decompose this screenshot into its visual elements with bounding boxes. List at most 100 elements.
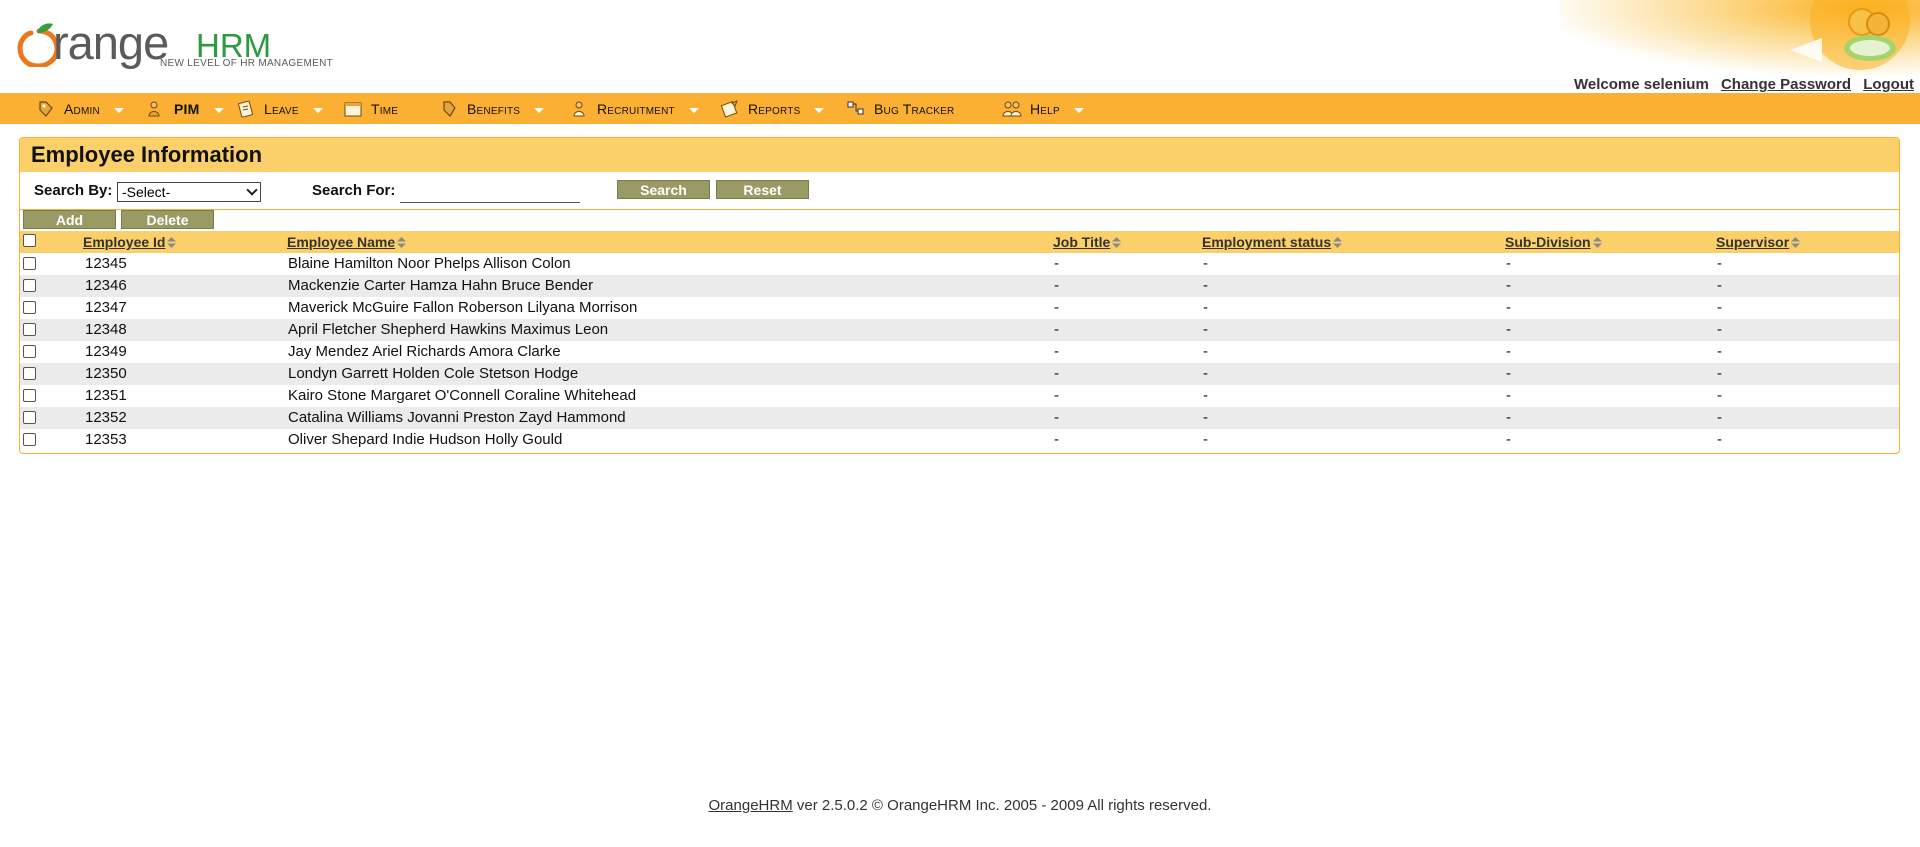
column-employment-status[interactable]: Employment status (1202, 234, 1343, 250)
row-checkbox[interactable] (23, 345, 36, 358)
menu-item-leave[interactable]: Leave (236, 93, 323, 124)
menu-item-admin[interactable]: Admin (36, 93, 124, 124)
job-title-cell: - (1054, 277, 1059, 294)
table-row: 12345 Blaine Hamilton Noor Phelps Alliso… (20, 253, 1899, 275)
menu-item-pim[interactable]: PIM (146, 93, 224, 124)
column-employee-name[interactable]: Employee Name (287, 234, 407, 250)
menu-label-reports: Reports (748, 100, 801, 117)
supervisor-cell: - (1717, 299, 1722, 316)
sub-division-cell: - (1506, 277, 1511, 294)
sort-icon (1791, 236, 1801, 248)
sort-icon (1112, 236, 1122, 248)
job-title-cell: - (1054, 299, 1059, 316)
sub-division-cell: - (1506, 365, 1511, 382)
chevron-down-icon (113, 107, 124, 113)
row-checkbox[interactable] (23, 279, 36, 292)
job-title-cell: - (1054, 321, 1059, 338)
employee-name-cell[interactable]: Catalina Williams Jovanni Preston Zayd H… (288, 409, 626, 426)
menu-item-recruitment[interactable]: Recruitment (569, 93, 699, 124)
chevron-down-icon (688, 107, 699, 113)
select-all-checkbox[interactable] (23, 234, 36, 247)
row-checkbox[interactable] (23, 389, 36, 402)
benefits-icon (443, 100, 456, 117)
employee-id-cell: 12352 (85, 409, 127, 426)
menu-label-benefits: Benefits (467, 100, 521, 117)
row-checkbox[interactable] (23, 301, 36, 314)
sub-division-cell: - (1506, 431, 1511, 448)
row-checkbox[interactable] (23, 411, 36, 424)
row-checkbox[interactable] (23, 433, 36, 446)
table-row: 12348 April Fletcher Shepherd Hawkins Ma… (20, 319, 1899, 341)
column-job-title[interactable]: Job Title (1053, 234, 1122, 250)
page-title: Employee Information (20, 138, 1899, 172)
search-by-select[interactable]: -Select- (117, 182, 261, 202)
employee-name-cell[interactable]: Londyn Garrett Holden Cole Stetson Hodge (288, 365, 578, 382)
menu-item-benefits[interactable]: Benefits (439, 93, 545, 124)
sub-division-cell: - (1506, 387, 1511, 404)
table-row: 12352 Catalina Williams Jovanni Preston … (20, 407, 1899, 429)
employee-name-cell[interactable]: Maverick McGuire Fallon Roberson Lilyana… (288, 299, 637, 316)
sub-division-cell: - (1506, 409, 1511, 426)
table-row: 12346 Mackenzie Carter Hamza Hahn Bruce … (20, 275, 1899, 297)
table-row: 12351 Kairo Stone Margaret O'Connell Cor… (20, 385, 1899, 407)
employee-id-cell: 12353 (85, 431, 127, 448)
row-checkbox[interactable] (23, 257, 36, 270)
search-for-input[interactable] (400, 183, 580, 203)
row-checkbox[interactable] (23, 323, 36, 336)
table-header: Employee Id Employee Name Job Title Empl… (20, 231, 1899, 253)
job-title-cell: - (1054, 255, 1059, 272)
employee-name-cell[interactable]: Blaine Hamilton Noor Phelps Allison Colo… (288, 255, 571, 272)
header: range HRM NEW LEVEL OF HR MANAGEMENT Wel… (0, 0, 1920, 93)
sort-icon (1333, 236, 1343, 248)
employee-name-cell[interactable]: Oliver Shepard Indie Hudson Holly Gould (288, 431, 562, 448)
employee-name-cell[interactable]: April Fletcher Shepherd Hawkins Maximus … (288, 321, 608, 338)
employee-id-cell: 12345 (85, 255, 127, 272)
menu-item-bug-tracker[interactable]: Bug Tracker (846, 93, 954, 124)
reports-icon (720, 99, 738, 118)
delete-button[interactable]: Delete (121, 210, 214, 229)
sort-icon (167, 236, 177, 248)
row-checkbox[interactable] (23, 367, 36, 380)
sub-division-cell: - (1506, 255, 1511, 272)
reset-button[interactable]: Reset (716, 180, 809, 199)
column-label: Employee Id (83, 234, 166, 250)
menu-label-pim: PIM (174, 100, 200, 117)
employee-id-cell: 12347 (85, 299, 127, 316)
menu-item-reports[interactable]: Reports (720, 93, 825, 124)
search-button[interactable]: Search (617, 180, 710, 199)
orangehrm-logo[interactable]: range HRM NEW LEVEL OF HR MANAGEMENT (17, 7, 347, 77)
logout-link[interactable]: Logout (1863, 76, 1914, 93)
help-icon (1002, 101, 1022, 116)
employee-name-cell[interactable]: Kairo Stone Margaret O'Connell Coraline … (288, 387, 636, 404)
footer-text: ver 2.5.0.2 © OrangeHRM Inc. 2005 - 2009… (792, 797, 1212, 814)
column-label: Job Title (1053, 234, 1111, 250)
table-row: 12347 Maverick McGuire Fallon Roberson L… (20, 297, 1899, 319)
column-employee-id[interactable]: Employee Id (83, 234, 177, 250)
menu-item-help[interactable]: Help (1002, 93, 1084, 124)
menu-label-leave: Leave (264, 100, 299, 117)
column-supervisor[interactable]: Supervisor (1716, 234, 1801, 250)
menu-label-time: Time (371, 100, 399, 117)
job-title-cell: - (1054, 343, 1059, 360)
logo-tagline: NEW LEVEL OF HR MANAGEMENT (160, 58, 334, 69)
admin-icon (39, 100, 53, 117)
header-decoration-icon (1560, 0, 1920, 78)
add-button[interactable]: Add (23, 210, 116, 229)
main-menu-bar: Admin PIM Leave Time Benefits Recruitmen… (0, 93, 1920, 124)
time-icon (344, 102, 362, 116)
menu-item-time[interactable]: Time (343, 93, 398, 124)
change-password-link[interactable]: Change Password (1721, 76, 1851, 93)
leave-icon (238, 100, 253, 118)
footer: OrangeHRM ver 2.5.0.2 © OrangeHRM Inc. 2… (0, 797, 1920, 814)
search-row (20, 172, 1899, 210)
employee-name-cell[interactable]: Jay Mendez Ariel Richards Amora Clarke (288, 343, 561, 360)
menu-label-help: Help (1030, 100, 1060, 117)
orangehrm-footer-link[interactable]: OrangeHRM (709, 797, 793, 814)
column-sub-division[interactable]: Sub-Division (1505, 234, 1602, 250)
sort-icon (397, 236, 407, 248)
supervisor-cell: - (1717, 431, 1722, 448)
employee-name-cell[interactable]: Mackenzie Carter Hamza Hahn Bruce Bender (288, 277, 593, 294)
employment-status-cell: - (1203, 343, 1208, 360)
search-by-label: Search By: (34, 182, 113, 199)
column-label: Supervisor (1716, 234, 1790, 250)
